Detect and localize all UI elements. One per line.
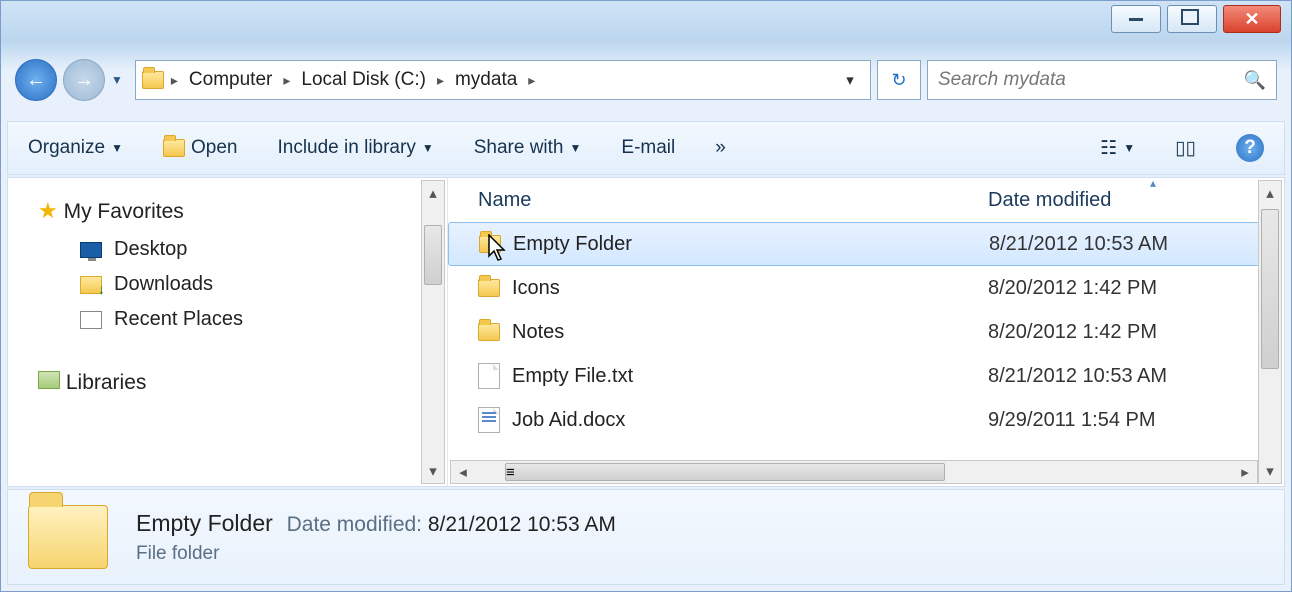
column-name[interactable]: Name [478, 189, 988, 212]
search-placeholder: Search mydata [938, 69, 1066, 91]
chevron-down-icon: ▼ [111, 141, 123, 155]
scroll-down-icon[interactable]: ▾ [422, 459, 444, 483]
window-controls: ✕ [1111, 5, 1281, 33]
list-view-icon: ☷ [1100, 137, 1117, 160]
file-date: 8/20/2012 1:42 PM [988, 321, 1157, 344]
chevron-down-icon: ▼ [1123, 141, 1135, 155]
file-icon [478, 363, 500, 389]
file-name: Empty File.txt [512, 365, 633, 388]
address-bar[interactable]: ▸ Computer ▸ Local Disk (C:) ▸ mydata ▸ … [135, 60, 871, 100]
file-row[interactable]: Notes 8/20/2012 1:42 PM [448, 310, 1284, 354]
preview-pane-button[interactable]: ▯▯ [1175, 137, 1196, 160]
minimize-button[interactable] [1111, 5, 1161, 33]
forward-button[interactable]: → [63, 59, 105, 101]
file-row[interactable]: Empty Folder 8/21/2012 10:53 AM [448, 222, 1260, 266]
breadcrumb-sep-icon[interactable]: ▸ [167, 72, 182, 89]
details-mod-value: 8/21/2012 10:53 AM [428, 513, 616, 536]
file-name: Notes [512, 321, 564, 344]
scroll-down-icon[interactable]: ▾ [1259, 459, 1281, 483]
file-name: Icons [512, 277, 560, 300]
search-icon[interactable]: 🔍 [1244, 70, 1266, 91]
details-title: Empty Folder [136, 510, 273, 536]
refresh-button[interactable]: ↻ [877, 60, 921, 100]
breadcrumb-computer[interactable]: Computer [185, 65, 276, 95]
share-with-menu[interactable]: Share with▼ [474, 137, 582, 159]
file-name: Job Aid.docx [512, 409, 625, 432]
content-vscrollbar[interactable]: ▴ ▾ [1258, 180, 1282, 484]
breadcrumb-localdisk[interactable]: Local Disk (C:) [297, 65, 430, 95]
nav-recent-places[interactable]: Recent Places [38, 302, 437, 337]
downloads-icon [80, 276, 102, 294]
folder-icon [142, 71, 164, 89]
file-name: Empty Folder [513, 233, 632, 256]
explorer-window: ✕ ← → ▼ ▸ Computer ▸ Local Disk (C:) ▸ m… [0, 0, 1292, 592]
content-hscrollbar[interactable]: ◂ ≡ ▸ [450, 460, 1258, 484]
view-options-button[interactable]: ☷▼ [1100, 137, 1135, 160]
close-button[interactable]: ✕ [1223, 5, 1281, 33]
email-button[interactable]: E-mail [621, 137, 675, 159]
search-box[interactable]: Search mydata 🔍 [927, 60, 1277, 100]
file-list: Empty Folder 8/21/2012 10:53 AM Icons 8/20/… [448, 222, 1284, 442]
nav-desktop[interactable]: Desktop [38, 232, 437, 267]
breadcrumb-sep-icon[interactable]: ▸ [279, 72, 294, 89]
file-row[interactable]: Job Aid.docx 9/29/2011 1:54 PM [448, 398, 1284, 442]
navpane-scrollbar[interactable]: ▴ ▾ [421, 180, 445, 484]
command-toolbar: Organize▼ Open Include in library▼ Share… [7, 121, 1285, 175]
file-row[interactable]: Icons 8/20/2012 1:42 PM [448, 266, 1284, 310]
scroll-thumb[interactable] [424, 225, 442, 285]
docx-icon [478, 407, 500, 433]
column-date[interactable]: Date modified [988, 189, 1284, 212]
file-date: 9/29/2011 1:54 PM [988, 409, 1156, 432]
breadcrumb-mydata[interactable]: mydata [451, 65, 521, 95]
file-date: 8/21/2012 10:53 AM [988, 365, 1167, 388]
chevron-down-icon: ▼ [570, 141, 582, 155]
details-mod-label: Date modified: [287, 513, 422, 536]
details-pane: Empty Folder Date modified: 8/21/2012 10… [7, 489, 1285, 585]
favorites-group[interactable]: ★ My Favorites [38, 198, 437, 224]
details-text: Empty Folder Date modified: 8/21/2012 10… [136, 510, 616, 565]
maximize-button[interactable] [1167, 5, 1217, 33]
address-dropdown-icon[interactable]: ▾ [836, 71, 864, 89]
file-date: 8/20/2012 1:42 PM [988, 277, 1157, 300]
libraries-group[interactable]: Libraries [38, 371, 437, 395]
breadcrumb-sep-icon[interactable]: ▸ [524, 72, 539, 89]
organize-menu[interactable]: Organize▼ [28, 137, 123, 159]
star-icon: ★ [38, 198, 58, 223]
sort-indicator-icon: ▴ [1150, 176, 1156, 190]
scroll-thumb[interactable]: ≡ [505, 463, 945, 481]
help-button[interactable]: ? [1236, 134, 1264, 162]
folder-icon [479, 235, 501, 253]
overflow-button[interactable]: » [715, 137, 726, 159]
folder-icon [478, 323, 500, 341]
open-button[interactable]: Open [163, 137, 237, 159]
scroll-right-icon[interactable]: ▸ [1233, 461, 1257, 483]
folder-icon [478, 279, 500, 297]
scroll-left-icon[interactable]: ◂ [451, 461, 475, 483]
file-date: 8/21/2012 10:53 AM [989, 233, 1168, 256]
nav-downloads[interactable]: Downloads [38, 267, 437, 302]
pane-icon: ▯▯ [1175, 137, 1196, 160]
breadcrumb-sep-icon[interactable]: ▸ [433, 72, 448, 89]
file-row[interactable]: Empty File.txt 8/21/2012 10:53 AM [448, 354, 1284, 398]
scroll-up-icon[interactable]: ▴ [1259, 181, 1281, 205]
file-list-area: ▴ Name Date modified Empty Folder 8/21/20… [448, 178, 1284, 486]
column-headers: Name Date modified [448, 178, 1284, 222]
main-area: ★ My Favorites Desktop Downloads Recent … [7, 177, 1285, 487]
back-button[interactable]: ← [15, 59, 57, 101]
navigation-row: ← → ▼ ▸ Computer ▸ Local Disk (C:) ▸ myd… [15, 56, 1277, 104]
navigation-pane: ★ My Favorites Desktop Downloads Recent … [8, 178, 448, 486]
include-library-menu[interactable]: Include in library▼ [277, 137, 433, 159]
chevron-down-icon: ▼ [422, 141, 434, 155]
recent-icon [80, 311, 102, 329]
folder-large-icon [28, 505, 108, 569]
libraries-icon [38, 371, 60, 389]
scroll-up-icon[interactable]: ▴ [422, 181, 444, 205]
history-dropdown-icon[interactable]: ▼ [111, 73, 123, 87]
desktop-icon [80, 242, 102, 258]
scroll-thumb[interactable] [1261, 209, 1279, 369]
folder-open-icon [163, 139, 185, 157]
details-type: File folder [136, 543, 616, 565]
